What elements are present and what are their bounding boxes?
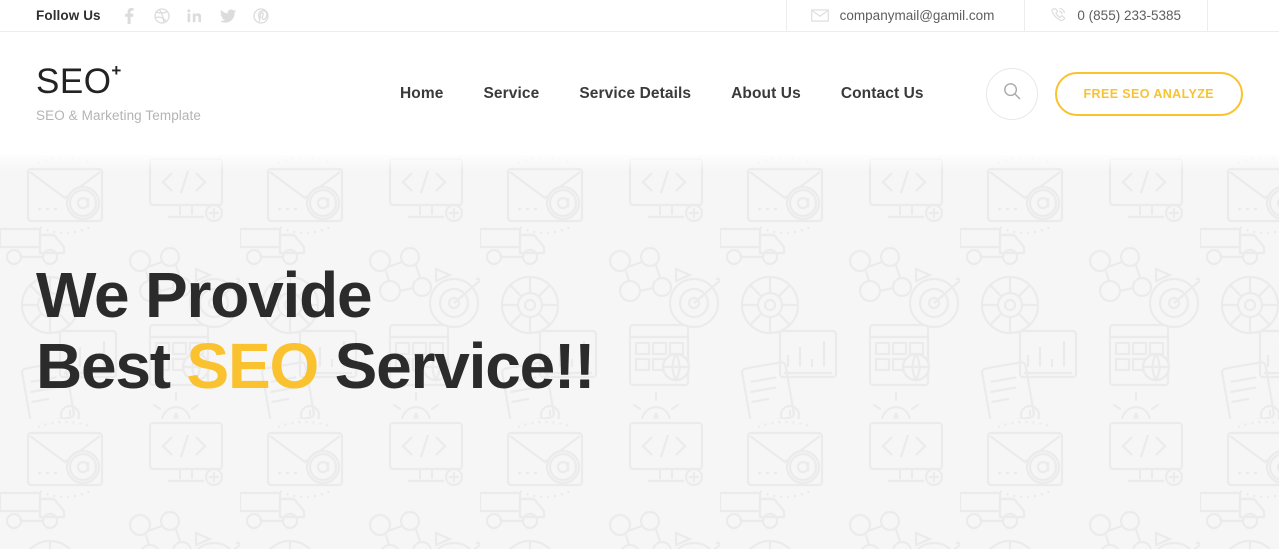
pinterest-icon[interactable] [253,7,269,24]
nav-item-service-details[interactable]: Service Details [579,85,691,103]
envelope-icon [810,9,829,22]
logo[interactable]: SEO+ SEO & Marketing Template [36,61,376,123]
logo-tagline: SEO & Marketing Template [36,108,201,123]
hero-heading-before: Best [36,330,187,403]
free-seo-analyze-button[interactable]: FREE SEO ANALYZE [1054,71,1243,116]
facebook-icon[interactable] [121,7,137,24]
top-bar: Follow Us companymail@gamil.com 0 (855) … [0,0,1279,32]
contact-phone-text: 0 (855) 233-5385 [1077,8,1181,23]
linkedin-icon[interactable] [187,8,203,24]
hero-heading: We Provide Best SEO Service!! [36,259,1279,402]
follow-us-group: Follow Us [0,7,269,24]
nav-item-contact-us[interactable]: Contact Us [841,85,924,103]
twitter-icon[interactable] [219,8,236,24]
follow-us-label: Follow Us [36,8,101,23]
hero-section: We Provide Best SEO Service!! [0,155,1279,549]
hero-heading-accent: SEO [186,330,320,403]
logo-text: SEO [36,62,112,101]
site-header: SEO+ SEO & Marketing Template Home Servi… [0,32,1279,155]
top-bar-contacts: companymail@gamil.com 0 (855) 233-5385 [785,0,1279,32]
nav-item-about-us[interactable]: About Us [731,85,801,103]
hero-heading-line-2: Best SEO Service!! [36,331,1279,402]
logo-plus: + [111,61,122,81]
contact-email[interactable]: companymail@gamil.com [785,0,1025,32]
nav-item-service[interactable]: Service [483,85,539,103]
search-button[interactable] [985,67,1038,120]
logo-mark: SEO+ [36,61,122,101]
phone-icon [1049,7,1066,24]
hero-heading-after: Service!! [318,330,596,403]
top-bar-end-divider [1207,0,1279,32]
nav-item-home[interactable]: Home [400,85,443,103]
search-icon [1003,82,1021,105]
contact-phone[interactable]: 0 (855) 233-5385 [1024,0,1207,32]
main-navigation: Home Service Service Details About Us Co… [400,85,924,103]
dribbble-icon[interactable] [154,7,170,24]
hero-content: We Provide Best SEO Service!! [0,155,1279,402]
hero-heading-line-1: We Provide [36,259,373,331]
contact-email-text: companymail@gamil.com [839,8,995,23]
header-actions: FREE SEO ANALYZE [985,67,1243,120]
